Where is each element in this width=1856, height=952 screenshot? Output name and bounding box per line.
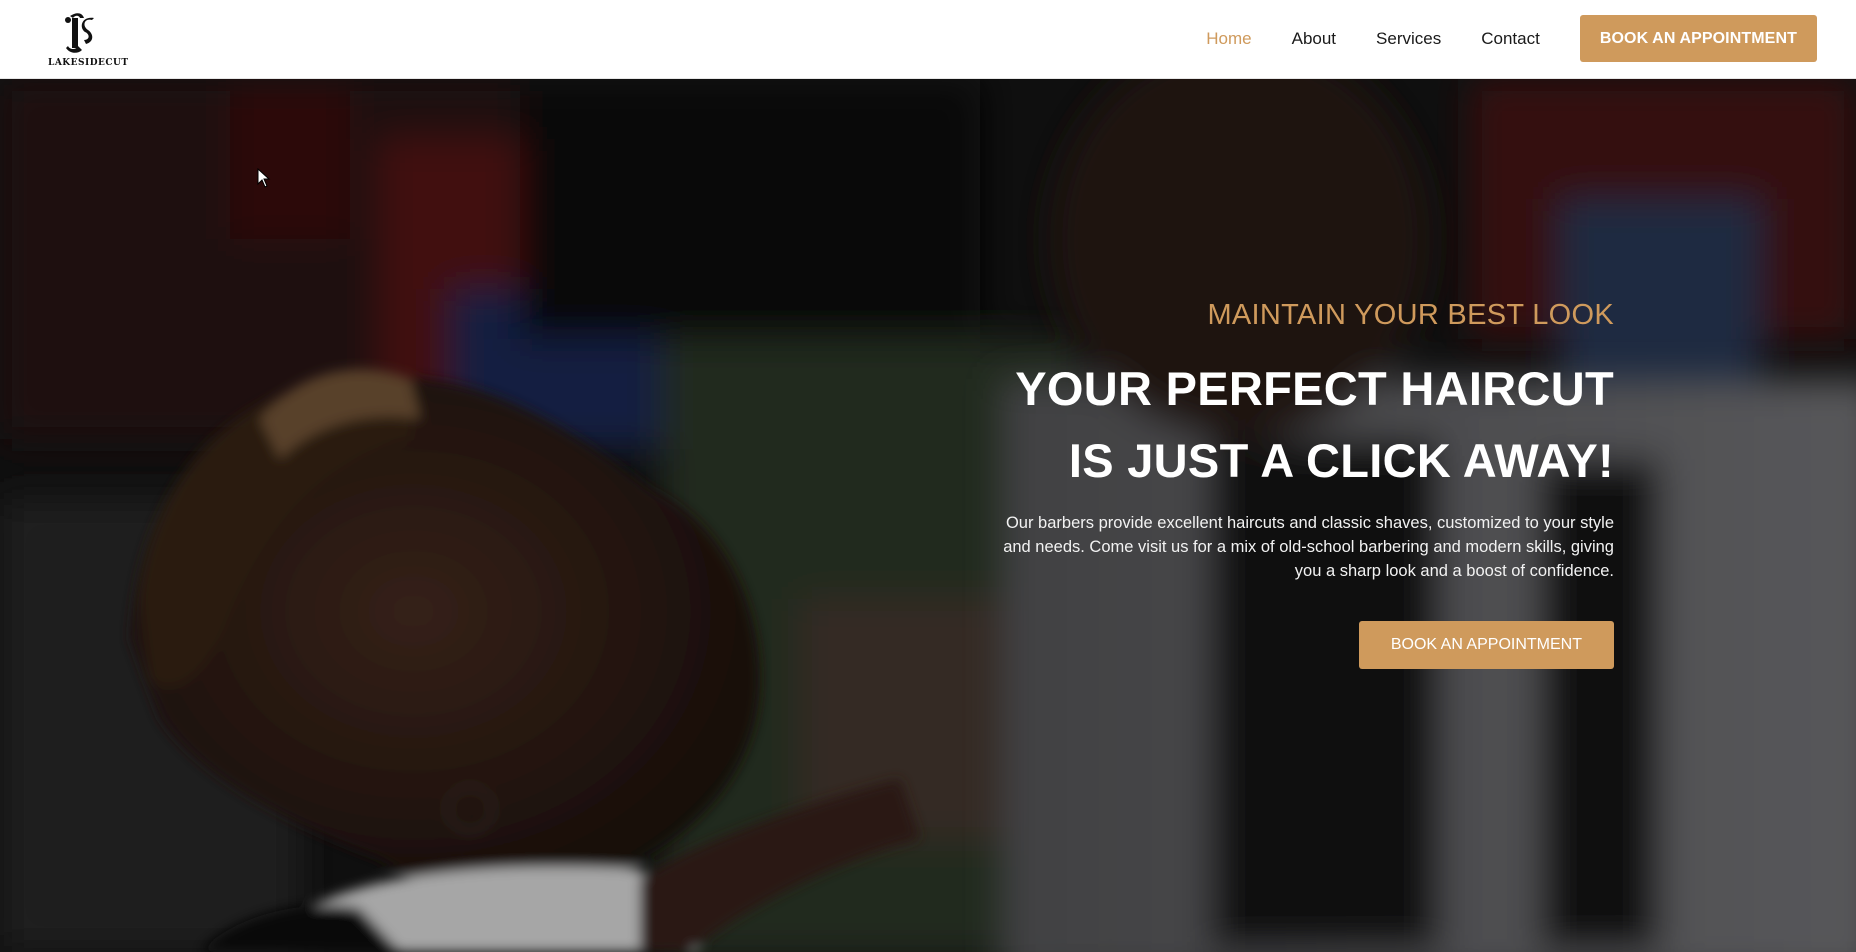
hero-headline-line-1: YOUR PERFECT HAIRCUT (1015, 362, 1614, 415)
hero-book-appointment-button[interactable]: BOOK AN APPOINTMENT (1358, 621, 1614, 669)
site-header: LAKESIDECUT Home About Services Contact … (0, 0, 1856, 79)
hero-headline-line-2: IS JUST A CLICK AWAY! (1068, 434, 1614, 487)
hero-headline: YOUR PERFECT HAIRCUT IS JUST A CLICK AWA… (974, 353, 1614, 497)
mouse-pointer-icon (257, 168, 271, 188)
hero-description: Our barbers provide excellent haircuts a… (1003, 514, 1614, 580)
brand-wordmark: LAKESIDECUT (48, 58, 129, 68)
nav-item-services[interactable]: Services (1376, 29, 1441, 49)
hero-eyebrow: MAINTAIN YOUR BEST LOOK (1207, 299, 1614, 331)
nav-item-home[interactable]: Home (1206, 29, 1251, 49)
hero-section: MAINTAIN YOUR BEST LOOK YOUR PERFECT HAI… (0, 79, 1856, 952)
hero-content: MAINTAIN YOUR BEST LOOK YOUR PERFECT HAI… (974, 297, 1614, 669)
brand-logo[interactable]: LAKESIDECUT (48, 10, 129, 68)
barbershop-logo-icon (65, 13, 94, 53)
header-book-appointment-button[interactable]: BOOK AN APPOINTMENT (1579, 15, 1817, 62)
nav-item-contact[interactable]: Contact (1481, 29, 1540, 49)
nav-item-about[interactable]: About (1292, 29, 1336, 49)
main-nav: Home About Services Contact BOOK AN APPO… (1206, 15, 1817, 62)
